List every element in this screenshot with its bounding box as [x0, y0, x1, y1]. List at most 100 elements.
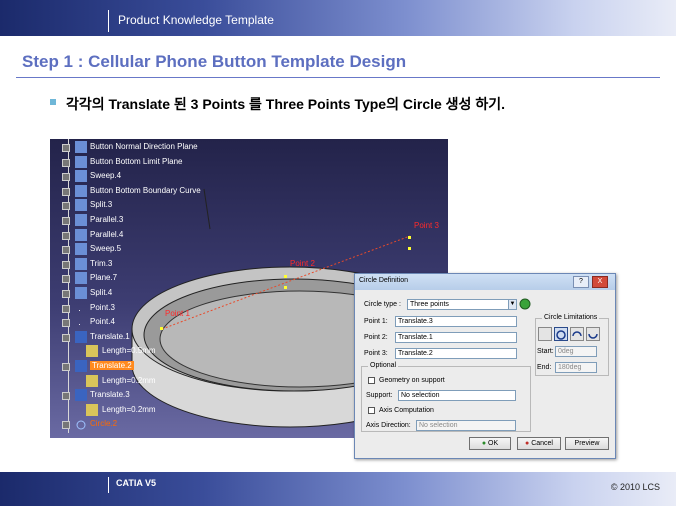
circle-limitations-group: Circle Limitations Start: 0deg End: 180d…	[535, 314, 609, 376]
tree-item[interactable]: Length=0.2mm	[50, 371, 250, 390]
footer-banner: CATIA V5 © 2010 LCS	[0, 472, 676, 506]
expand-toggle-icon[interactable]	[62, 173, 70, 182]
expand-toggle-icon[interactable]	[62, 217, 70, 225]
tree-item[interactable]: Split.3	[50, 196, 250, 215]
curve-icon	[75, 184, 87, 197]
part-arc-icon[interactable]	[538, 327, 552, 341]
expand-toggle-icon[interactable]	[62, 333, 70, 342]
circle-type-select[interactable]: Three points ▼	[407, 299, 517, 310]
tree-item-label: Sweep.5	[90, 244, 122, 254]
axis-direction-field[interactable]: No selection	[416, 420, 516, 431]
expand-toggle-icon[interactable]	[62, 158, 70, 167]
split-icon	[75, 287, 87, 299]
point-marker[interactable]	[160, 327, 163, 330]
specification-tree[interactable]: Button Normal Direction Plane Button Bott…	[50, 139, 250, 438]
point-1-label: Point 1	[165, 309, 190, 318]
expand-toggle-icon[interactable]	[62, 421, 70, 430]
support-field[interactable]: No selection	[398, 390, 516, 401]
axis-computation-checkbox[interactable]	[368, 407, 375, 414]
tree-item[interactable]: · Point.4	[50, 313, 250, 332]
sweep-icon	[75, 243, 87, 256]
complementary-circle-icon[interactable]	[586, 327, 600, 341]
title-divider	[16, 77, 660, 78]
tree-item[interactable]: Length=0.2mm	[50, 400, 250, 419]
tree-item[interactable]: Trim.3	[50, 254, 250, 273]
tree-item-label: Point.4	[90, 317, 115, 327]
expand-toggle-icon[interactable]	[62, 319, 70, 328]
tree-item-label: Split.4	[90, 288, 113, 297]
expand-toggle-icon[interactable]	[62, 260, 70, 269]
point1-field[interactable]: Translate.3	[395, 316, 517, 327]
tree-item[interactable]: Circle.2	[50, 415, 250, 434]
point-marker[interactable]	[284, 286, 287, 289]
expand-toggle-icon[interactable]	[62, 144, 70, 152]
tree-item-label: Split.3	[90, 200, 113, 210]
point2-field[interactable]: Translate.1	[395, 332, 517, 343]
tree-item[interactable]: Button Bottom Limit Plane	[50, 152, 250, 171]
ok-icon: ●	[481, 440, 487, 447]
expand-toggle-icon[interactable]	[62, 392, 70, 401]
point-marker[interactable]	[408, 247, 411, 250]
parallel-icon	[75, 228, 87, 241]
cancel-button[interactable]: ● Cancel	[517, 437, 561, 450]
footer-separator	[108, 477, 109, 493]
tree-item[interactable]: Sweep.4	[50, 167, 250, 186]
preview-button[interactable]: Preview	[565, 437, 609, 450]
tree-item[interactable]: Translate.1	[50, 327, 250, 346]
tree-item-label: Button Bottom Limit Plane	[90, 156, 183, 166]
tree-item[interactable]: Parallel.4	[50, 225, 250, 244]
expand-toggle-icon[interactable]	[62, 275, 70, 284]
plane-icon	[75, 272, 87, 285]
tree-item-label: Length=0.2mm	[102, 404, 156, 414]
tree-item-label: Translate.1	[90, 331, 130, 341]
geometry-on-support-checkbox[interactable]	[368, 377, 375, 384]
circle-type-icon[interactable]	[519, 298, 532, 310]
ok-button[interactable]: ● OK	[469, 437, 511, 450]
parameter-icon	[86, 374, 98, 387]
end-field[interactable]: 180deg	[555, 362, 597, 373]
tree-item[interactable]: Sweep.5	[50, 240, 250, 259]
expand-toggle-icon[interactable]	[62, 246, 70, 255]
point-marker[interactable]	[408, 236, 411, 239]
expand-toggle-icon[interactable]	[62, 187, 70, 196]
tree-item[interactable]: Plane.7	[50, 269, 250, 288]
expand-toggle-icon[interactable]	[62, 304, 70, 313]
bullet-marker	[50, 99, 56, 105]
point3-field[interactable]: Translate.2	[395, 348, 517, 359]
tree-item-label: Point.3	[90, 302, 115, 312]
help-button[interactable]: ?	[573, 276, 589, 288]
tree-item-label: Trim.3	[90, 258, 113, 268]
point-icon: ·	[75, 302, 87, 315]
tree-item[interactable]: Translate.2	[50, 357, 250, 375]
tree-item[interactable]: · Point.3	[50, 298, 250, 317]
tree-item[interactable]: Button Normal Direction Plane	[50, 139, 250, 156]
expand-toggle-icon[interactable]	[62, 202, 70, 211]
point-marker[interactable]	[284, 275, 287, 278]
split-icon	[75, 199, 87, 212]
tree-item[interactable]: Parallel.3	[50, 211, 250, 229]
tree-item[interactable]: Length=0.5mm	[50, 342, 250, 361]
whole-circle-icon[interactable]	[554, 327, 568, 341]
expand-toggle-icon[interactable]	[62, 290, 70, 298]
dialog-titlebar[interactable]: Circle Definition ? X	[355, 274, 615, 290]
tree-item-label: Button Normal Direction Plane	[90, 142, 198, 151]
start-field[interactable]: 0deg	[555, 346, 597, 357]
close-button[interactable]: X	[592, 276, 608, 288]
plane-icon	[75, 155, 87, 168]
svg-text:·: ·	[78, 305, 81, 315]
optional-group: Optional Geometry on support Support: No…	[361, 362, 531, 432]
tree-item-label: Circle.2	[90, 419, 118, 429]
tree-item[interactable]: Button Bottom Boundary Curve	[50, 181, 250, 200]
circle-definition-dialog[interactable]: Circle Definition ? X Circle type : Thre…	[354, 273, 616, 459]
translate-icon	[75, 330, 87, 343]
chevron-down-icon[interactable]: ▼	[508, 300, 516, 309]
footer-product: CATIA V5	[116, 478, 157, 488]
tree-item-label: Length=0.5mm	[102, 346, 156, 356]
tree-item[interactable]: Translate.3	[50, 386, 250, 405]
plane-icon	[75, 141, 87, 153]
parameter-icon	[86, 345, 98, 358]
tree-item[interactable]: Split.4	[50, 284, 250, 302]
expand-toggle-icon[interactable]	[62, 231, 70, 240]
expand-toggle-icon[interactable]	[62, 363, 70, 371]
trimmed-circle-icon[interactable]	[570, 327, 584, 341]
